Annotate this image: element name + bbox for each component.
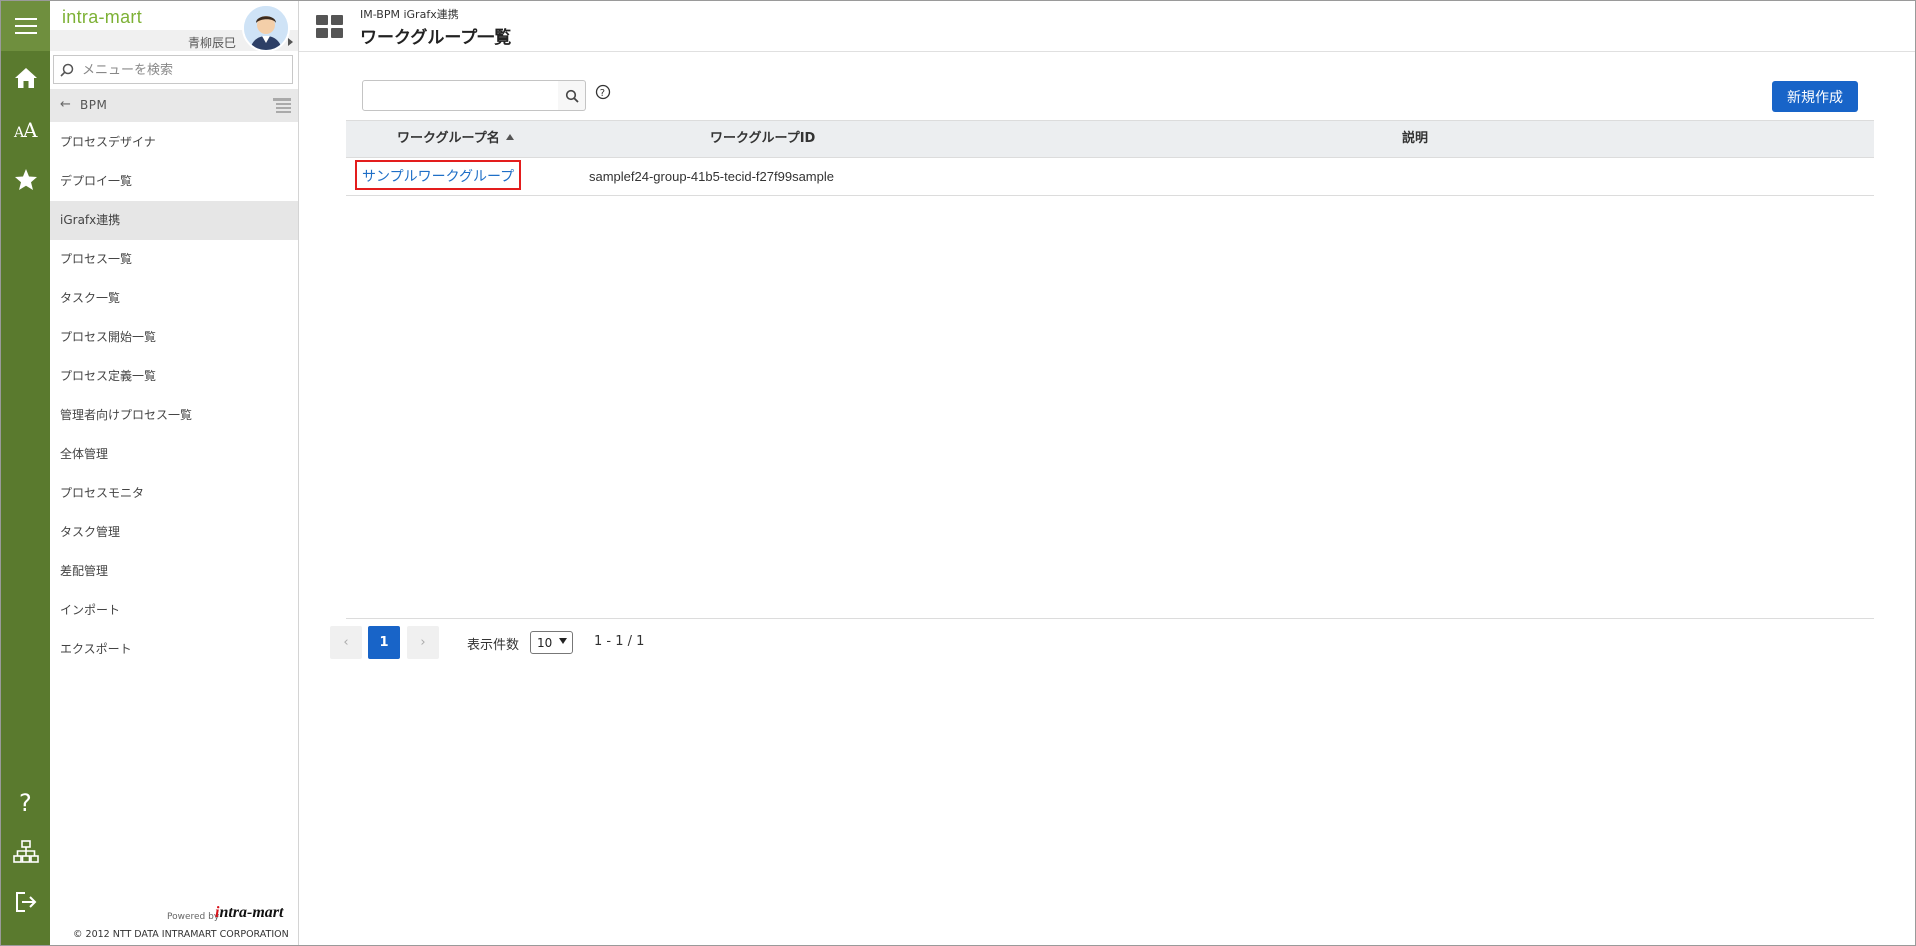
user-name[interactable]: 青柳辰巳 (188, 34, 236, 51)
font-size-icon[interactable]: AA (1, 109, 50, 149)
help-icon[interactable]: ? (1, 782, 50, 822)
sitemap-icon[interactable] (1, 832, 50, 872)
icon-rail: AA ? (1, 1, 50, 945)
dashboard-grid-icon (316, 15, 344, 43)
per-page-select[interactable]: 10 (530, 631, 573, 654)
search-icon (60, 62, 74, 81)
logout-icon[interactable] (1, 882, 50, 922)
bpm-menu: プロセスデザイナ デプロイ一覧 iGrafx連携 プロセス一覧 タスク一覧 プロ… (50, 123, 298, 669)
sidebar-item-deploy-list[interactable]: デプロイ一覧 (50, 162, 298, 201)
sort-ascending-icon (505, 134, 514, 140)
sidebar-item-admin-process-list[interactable]: 管理者向けプロセス一覧 (50, 396, 298, 435)
svg-text:A: A (22, 118, 38, 140)
sidebar-item-import[interactable]: インポート (50, 591, 298, 630)
back-label: BPM (80, 98, 108, 112)
sidebar-item-assignment-management[interactable]: 差配管理 (50, 552, 298, 591)
sidebar-item-process-monitor[interactable]: プロセスモニタ (50, 474, 298, 513)
page-header: IM-BPM iGrafx連携 ワークグループ一覧 (299, 1, 1915, 52)
sidebar-item-export[interactable]: エクスポート (50, 630, 298, 669)
intra-mart-logo: intra-mart (215, 904, 284, 921)
menu-search-input[interactable] (80, 59, 289, 81)
breadcrumb: IM-BPM iGrafx連携 (360, 8, 459, 21)
search-help-icon[interactable]: ? (595, 84, 611, 104)
sidebar-item-process-definition-list[interactable]: プロセス定義一覧 (50, 357, 298, 396)
workgroup-id: samplef24-group-41b5-tecid-f27f99sample (589, 169, 834, 184)
avatar[interactable] (242, 4, 290, 52)
column-header-id[interactable]: ワークグループID (710, 121, 815, 157)
back-to-bpm[interactable]: ← BPM (50, 89, 298, 122)
prev-page-button[interactable]: ‹ (330, 626, 362, 659)
per-page-label: 表示件数 (467, 638, 520, 653)
user-menu-caret-icon[interactable] (288, 38, 293, 46)
home-icon[interactable] (1, 58, 50, 98)
menu-collapse-icon[interactable] (272, 97, 292, 118)
sidebar-item-task-management[interactable]: タスク管理 (50, 513, 298, 552)
menu-search (53, 55, 293, 84)
menu-toggle-button[interactable] (1, 1, 50, 51)
page-title: ワークグループ一覧 (360, 28, 512, 48)
page-1-button[interactable]: 1 (368, 626, 400, 659)
menu-icon (1, 6, 50, 46)
sidebar-item-task-list[interactable]: タスク一覧 (50, 279, 298, 318)
list-search (362, 80, 559, 111)
next-page-button[interactable]: › (407, 626, 439, 659)
result-range: 1 - 1 / 1 (594, 634, 645, 649)
sidebar-item-overall-management[interactable]: 全体管理 (50, 435, 298, 474)
column-header-name[interactable]: ワークグループ名 (397, 121, 514, 157)
star-icon[interactable] (1, 159, 50, 199)
side-menu: intra-mart 青柳辰巳 ← BPM プロセスデザイナ デプロイ一覧 iG… (50, 1, 299, 945)
new-workgroup-button[interactable]: 新規作成 (1772, 81, 1858, 112)
sidebar-item-process-designer[interactable]: プロセスデザイナ (50, 123, 298, 162)
search-button[interactable] (558, 80, 586, 111)
back-arrow-icon: ← (60, 97, 71, 112)
search-icon (565, 89, 579, 103)
copyright: © 2012 NTT DATA INTRAMART CORPORATION (73, 929, 289, 940)
powered-by: Powered by (167, 912, 220, 922)
column-header-description[interactable]: 説明 (1402, 121, 1428, 157)
svg-text:?: ? (600, 88, 605, 99)
svg-text:?: ? (19, 789, 32, 815)
sidebar-item-igrafx[interactable]: iGrafx連携 (50, 201, 298, 240)
sidebar-item-process-list[interactable]: プロセス一覧 (50, 240, 298, 279)
brand-logo: intra-mart (62, 7, 143, 27)
sidebar-item-process-start-list[interactable]: プロセス開始一覧 (50, 318, 298, 357)
workgroup-name-link[interactable]: サンプルワークグループ (355, 160, 522, 190)
table-header: ワークグループ名 ワークグループID 説明 (346, 120, 1874, 158)
chevron-down-icon (559, 638, 567, 644)
table-row: サンプルワークグループ samplef24-group-41b5-tecid-f… (346, 158, 1874, 196)
pager-divider (346, 618, 1874, 619)
workgroup-search-input[interactable] (363, 81, 558, 110)
